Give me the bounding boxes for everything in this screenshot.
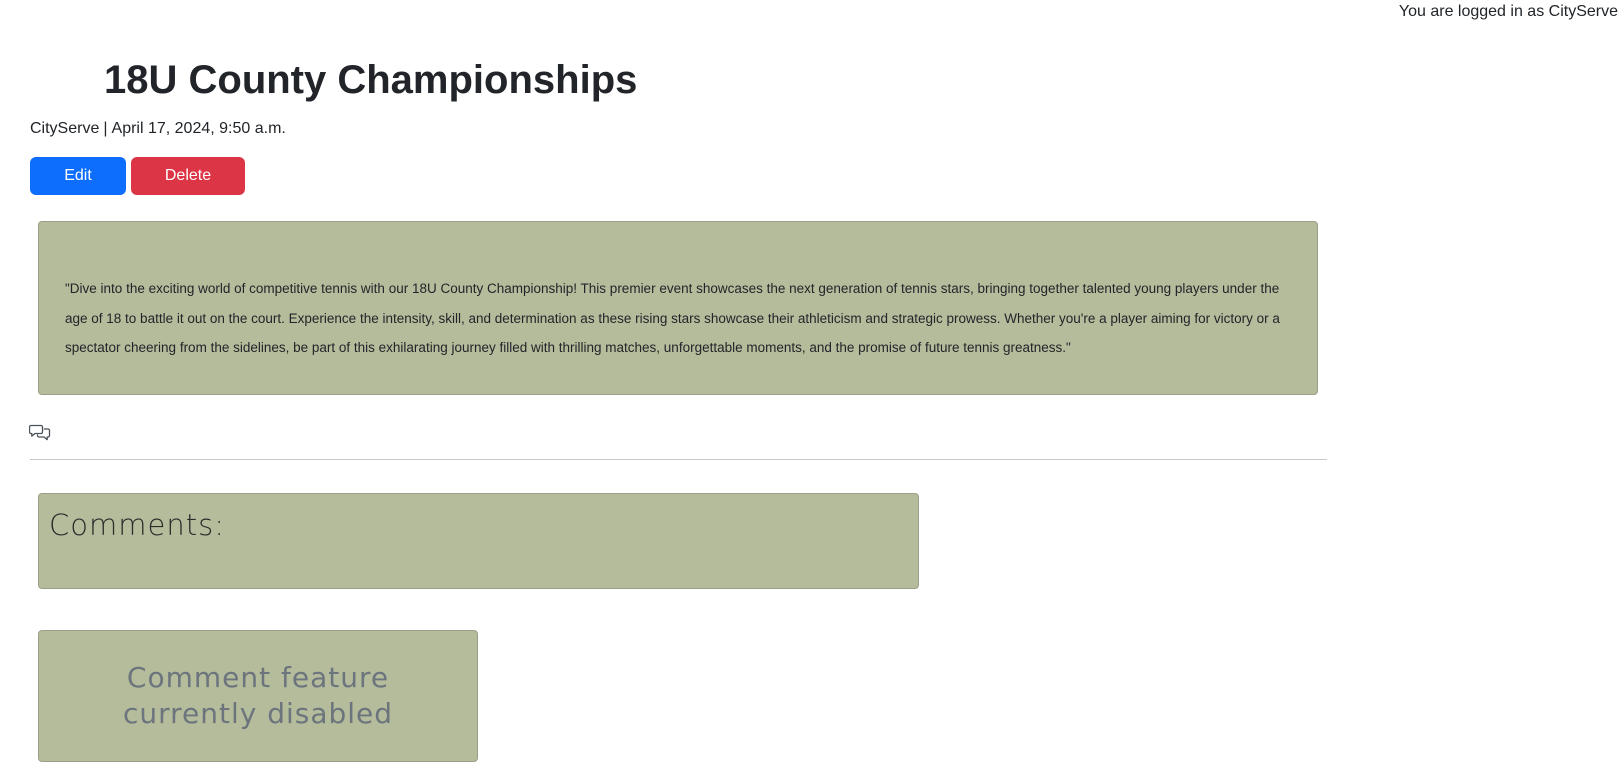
meta-separator: | bbox=[103, 120, 108, 137]
event-title: 18U County Championships bbox=[104, 58, 638, 102]
comments-disabled-panel: Comment feature currently disabled bbox=[38, 630, 478, 762]
event-author: CityServe bbox=[30, 120, 100, 137]
event-date: April 17, 2024, 9:50 a.m. bbox=[111, 120, 286, 137]
event-description: "Dive into the exciting world of competi… bbox=[65, 281, 1280, 355]
edit-event-button[interactable]: Edit Event bbox=[30, 157, 126, 222]
delete-event-button[interactable]: Delete Event bbox=[131, 157, 245, 222]
event-meta: CityServe | April 17, 2024, 9:50 a.m. bbox=[30, 120, 286, 138]
section-divider bbox=[30, 459, 1327, 460]
comments-heading: Comments: bbox=[49, 508, 225, 542]
event-description-panel: "Dive into the exciting world of competi… bbox=[38, 221, 1318, 395]
login-status: You are logged in as CityServe bbox=[1398, 3, 1618, 20]
comments-panel: Comments: bbox=[38, 493, 919, 589]
chat-bubbles-icon[interactable] bbox=[28, 423, 51, 441]
comments-disabled-message: Comment feature currently disabled bbox=[122, 661, 394, 730]
